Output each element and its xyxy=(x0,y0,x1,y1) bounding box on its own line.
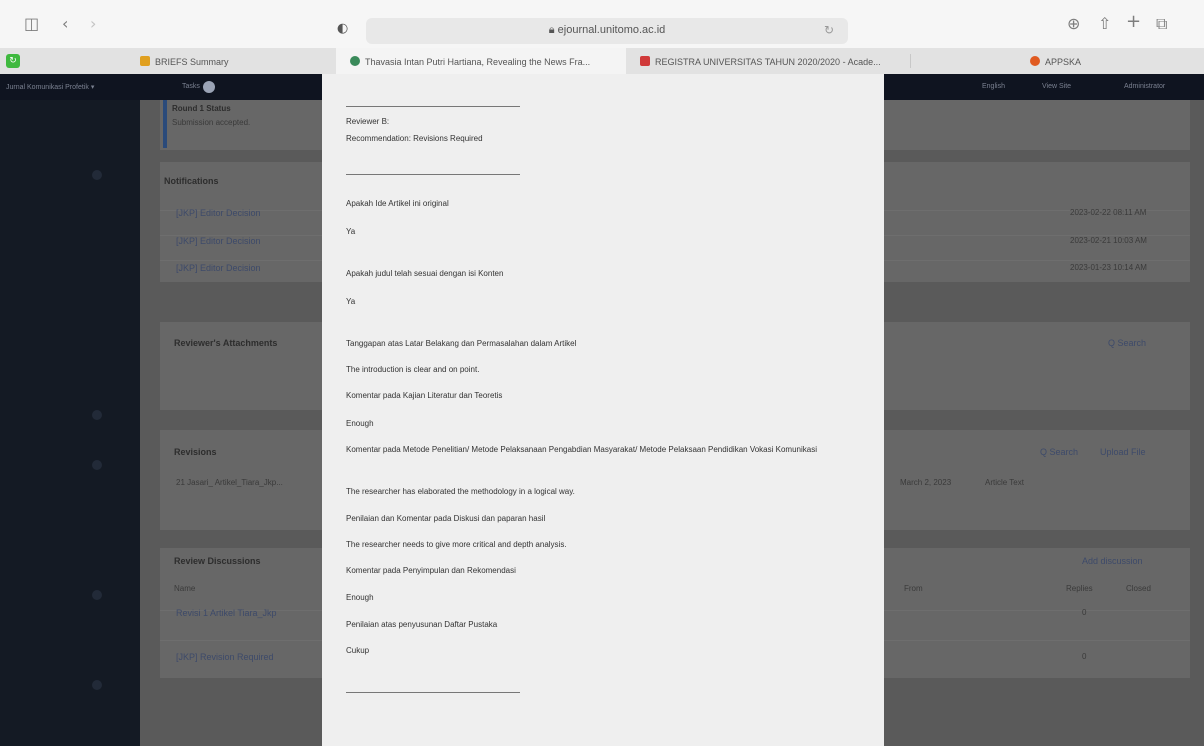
review-question: Apakah Ide Artikel ini original xyxy=(346,199,449,208)
tab-label: APPSKA xyxy=(1045,57,1082,67)
separator-line xyxy=(346,692,520,693)
review-question: Komentar pada Penyimpulan dan Rekomendas… xyxy=(346,566,516,575)
notification-date: 2023-02-21 10:03 AM xyxy=(1070,236,1147,245)
notification-link[interactable]: [JKP] Editor Decision xyxy=(176,208,261,218)
review-question: Penilaian dan Komentar pada Diskusi dan … xyxy=(346,514,546,523)
discussion-link[interactable]: [JKP] Revision Required xyxy=(176,652,274,662)
discussion-col-name: Name xyxy=(174,584,196,593)
sidebar-dot xyxy=(92,170,102,180)
review-question: Komentar pada Kajian Literatur dan Teore… xyxy=(346,391,503,400)
address-bar[interactable]: 🔒︎ ejournal.unitomo.ac.id ↻ xyxy=(366,18,848,44)
appska-favicon-icon xyxy=(1030,56,1040,66)
tab-appska[interactable]: APPSKA xyxy=(1030,48,1150,74)
download-icon[interactable]: ⊕ xyxy=(1067,16,1080,32)
round-status-sub: Submission accepted. xyxy=(172,118,251,127)
tab-article[interactable]: Thavasia Intan Putri Hartiana, Revealing… xyxy=(336,48,626,74)
notification-link[interactable]: [JKP] Editor Decision xyxy=(176,263,261,273)
share-icon[interactable]: ⇧ xyxy=(1098,16,1111,32)
recommendation-label: Recommendation: Revisions Required xyxy=(346,134,483,143)
tab-briefs[interactable]: BRIEFS Summary xyxy=(140,48,330,74)
revision-type: Article Text xyxy=(985,478,1024,487)
review-question: Penilaian atas penyusunan Daftar Pustaka xyxy=(346,620,498,629)
tab-label: Thavasia Intan Putri Hartiana, Revealing… xyxy=(365,57,591,67)
review-comments-modal: Reviewer B: Recommendation: Revisions Re… xyxy=(322,74,884,746)
gmail-favicon-icon xyxy=(640,56,650,66)
briefs-favicon-icon xyxy=(140,56,150,66)
revision-date: March 2, 2023 xyxy=(900,478,952,487)
ojs-sidebar xyxy=(0,100,140,746)
tab-separator xyxy=(910,54,911,68)
discussion-replies: 0 xyxy=(1082,652,1087,661)
review-answer: Cukup xyxy=(346,646,370,655)
round-status-accent xyxy=(163,100,167,148)
tab-registra[interactable]: REGISTRA UNIVERSITAS TAHUN 2020/2020 - A… xyxy=(640,48,900,74)
notification-date: 2023-01-23 10:14 AM xyxy=(1070,263,1147,272)
ojs-favicon-icon xyxy=(350,56,360,66)
review-answer: The researcher has elaborated the method… xyxy=(346,487,575,496)
forward-icon[interactable]: › xyxy=(90,16,96,32)
address-url: ejournal.unitomo.ac.id xyxy=(557,24,666,36)
discussion-link[interactable]: Revisi 1 Artikel Tiara_Jkp xyxy=(176,608,277,618)
sidebar-dot xyxy=(92,680,102,690)
attachments-search-link[interactable]: Q Search xyxy=(1108,338,1146,348)
language-link[interactable]: English xyxy=(982,83,1005,90)
review-answer: Ya xyxy=(346,227,356,236)
notification-date: 2023-02-22 08:11 AM xyxy=(1070,208,1147,217)
review-question: Apakah judul telah sesuai dengan isi Kon… xyxy=(346,269,504,278)
reviewer-label: Reviewer B: xyxy=(346,117,390,126)
discussion-col-replies: Replies xyxy=(1066,584,1093,593)
tab-bar: BRIEFS Summary Thavasia Intan Putri Hart… xyxy=(0,48,1204,74)
notifications-title: Notifications xyxy=(164,176,219,186)
revision-file-link[interactable]: 21 Jasari_ Artikel_Tiara_Jkp... xyxy=(176,478,283,487)
tab-overview-icon[interactable]: ⧉ xyxy=(1156,16,1167,32)
discussion-col-from: From xyxy=(904,584,923,593)
sidebar-dot xyxy=(92,410,102,420)
separator-line xyxy=(346,106,520,107)
review-answer: The researcher needs to give more critic… xyxy=(346,540,567,549)
separator-line xyxy=(346,174,520,175)
journal-switcher[interactable]: Jurnal Komunikasi Profetik ▾ xyxy=(6,83,94,91)
upload-file-link[interactable]: Upload File xyxy=(1100,447,1146,457)
revisions-title: Revisions xyxy=(174,447,217,457)
discussions-title: Review Discussions xyxy=(174,556,261,566)
tasks-count-badge xyxy=(203,81,215,93)
sidebar-toggle-icon[interactable]: ◫ xyxy=(24,16,39,32)
lock-icon: 🔒︎ xyxy=(548,24,555,36)
back-icon[interactable]: ‹ xyxy=(62,16,68,32)
revisions-search-link[interactable]: Q Search xyxy=(1040,447,1078,457)
review-answer: Enough xyxy=(346,593,374,602)
sidebar-dot xyxy=(92,460,102,470)
discussion-col-closed: Closed xyxy=(1126,584,1151,593)
attachments-title: Reviewer's Attachments xyxy=(174,338,278,348)
tasks-link[interactable]: Tasks xyxy=(182,83,200,90)
review-answer: Enough xyxy=(346,419,374,428)
tab-label: REGISTRA UNIVERSITAS TAHUN 2020/2020 - A… xyxy=(655,57,881,67)
user-menu-link[interactable]: Administrator xyxy=(1124,83,1165,90)
discussion-replies: 0 xyxy=(1082,608,1087,617)
sidebar-dot xyxy=(92,590,102,600)
review-question: Komentar pada Metode Penelitian/ Metode … xyxy=(346,445,817,454)
browser-toolbar: ◫ ‹ › ◐ 🔒︎ ejournal.unitomo.ac.id ↻ ⊕ ⇧ … xyxy=(0,0,1204,48)
review-answer: Ya xyxy=(346,297,356,306)
new-tab-icon[interactable]: + xyxy=(1126,13,1141,31)
tab-label: BRIEFS Summary xyxy=(155,57,229,67)
extension-icon[interactable]: ↻ xyxy=(6,54,20,68)
notification-link[interactable]: [JKP] Editor Decision xyxy=(176,236,261,246)
view-site-link[interactable]: View Site xyxy=(1042,83,1071,90)
review-answer: The introduction is clear and on point. xyxy=(346,365,480,374)
add-discussion-link[interactable]: Add discussion xyxy=(1082,556,1143,566)
reload-icon[interactable]: ↻ xyxy=(824,23,834,37)
review-question: Tanggapan atas Latar Belakang dan Permas… xyxy=(346,339,577,348)
privacy-shield-icon[interactable]: ◐ xyxy=(337,21,348,36)
round-status-title: Round 1 Status xyxy=(172,104,231,113)
